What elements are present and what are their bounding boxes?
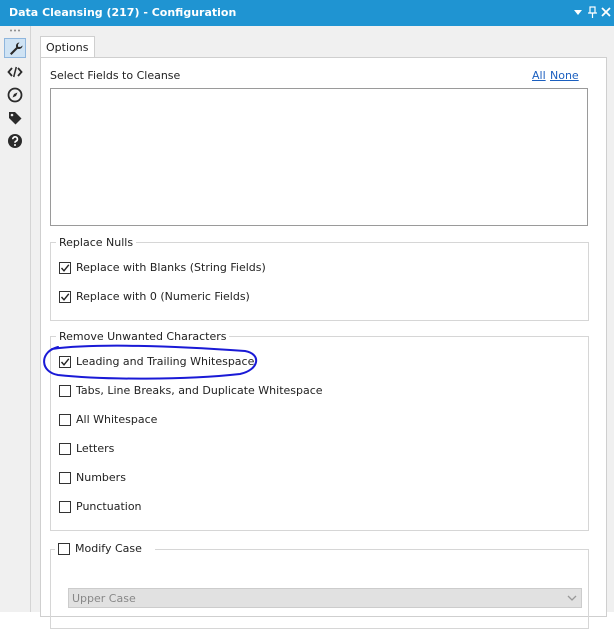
modify-case-checkbox[interactable] xyxy=(58,543,70,555)
case-select[interactable]: Upper Case xyxy=(68,588,582,608)
remove-chars-group: Remove Unwanted Characters Leading and T… xyxy=(50,330,589,531)
tab-label: Options xyxy=(46,41,89,54)
checkmark-icon xyxy=(60,264,70,272)
grip-icon xyxy=(10,29,20,32)
tab-options[interactable]: Options xyxy=(40,36,95,58)
case-select-value: Upper Case xyxy=(72,592,136,605)
leading-trailing-checkbox[interactable] xyxy=(59,356,71,368)
remove-chars-legend: Remove Unwanted Characters xyxy=(56,330,230,343)
compass-icon xyxy=(7,87,23,103)
replace-blanks-label: Replace with Blanks (String Fields) xyxy=(76,261,266,274)
all-whitespace-label: All Whitespace xyxy=(76,413,158,426)
pin-icon[interactable] xyxy=(585,4,599,20)
sidebar-item-layout[interactable] xyxy=(4,85,26,105)
wrench-icon xyxy=(10,42,23,55)
fields-list[interactable] xyxy=(50,88,588,226)
replace-zero-checkbox[interactable] xyxy=(59,291,71,303)
sidebar-item-help[interactable] xyxy=(4,131,26,151)
numbers-label: Numbers xyxy=(76,471,126,484)
title-bar: Data Cleansing (217) - Configuration xyxy=(0,0,614,26)
chevron-down-icon xyxy=(567,595,577,601)
letters-label: Letters xyxy=(76,442,115,455)
sidebar xyxy=(0,26,31,612)
punctuation-checkbox[interactable] xyxy=(59,501,71,513)
letters-checkbox[interactable] xyxy=(59,443,71,455)
all-whitespace-checkbox[interactable] xyxy=(59,414,71,426)
fields-label: Select Fields to Cleanse xyxy=(50,69,181,82)
pin-down-icon[interactable] xyxy=(571,4,585,20)
sidebar-item-xml[interactable] xyxy=(4,62,26,82)
select-all-link[interactable]: All xyxy=(532,69,546,82)
replace-nulls-legend: Replace Nulls xyxy=(56,236,137,249)
tabs-linebreaks-checkbox[interactable] xyxy=(59,385,71,397)
tag-icon xyxy=(9,112,22,125)
sidebar-item-annotation[interactable] xyxy=(4,108,26,128)
replace-nulls-group: Replace Nulls Replace with Blanks (Strin… xyxy=(50,236,589,321)
checkmark-icon xyxy=(60,358,70,366)
modify-case-legend: Modify Case xyxy=(55,542,155,557)
checkmark-icon xyxy=(60,293,70,301)
window-title: Data Cleansing (217) - Configuration xyxy=(9,6,237,19)
numbers-checkbox[interactable] xyxy=(59,472,71,484)
sidebar-item-configuration[interactable] xyxy=(4,38,26,58)
select-none-link[interactable]: None xyxy=(550,69,579,82)
replace-zero-label: Replace with 0 (Numeric Fields) xyxy=(76,290,250,303)
code-icon xyxy=(7,66,23,78)
leading-trailing-label: Leading and Trailing Whitespace xyxy=(76,355,255,368)
tabs-linebreaks-label: Tabs, Line Breaks, and Duplicate Whitesp… xyxy=(76,384,323,397)
modify-case-label: Modify Case xyxy=(75,542,142,555)
replace-blanks-checkbox[interactable] xyxy=(59,262,71,274)
configuration-content: Options Select Fields to Cleanse All Non… xyxy=(31,26,614,629)
modify-case-group: Modify Case Upper Case xyxy=(50,542,589,629)
close-icon[interactable] xyxy=(599,4,613,20)
punctuation-label: Punctuation xyxy=(76,500,142,513)
options-panel: Select Fields to Cleanse All None Replac… xyxy=(40,57,607,629)
help-icon xyxy=(8,134,22,148)
